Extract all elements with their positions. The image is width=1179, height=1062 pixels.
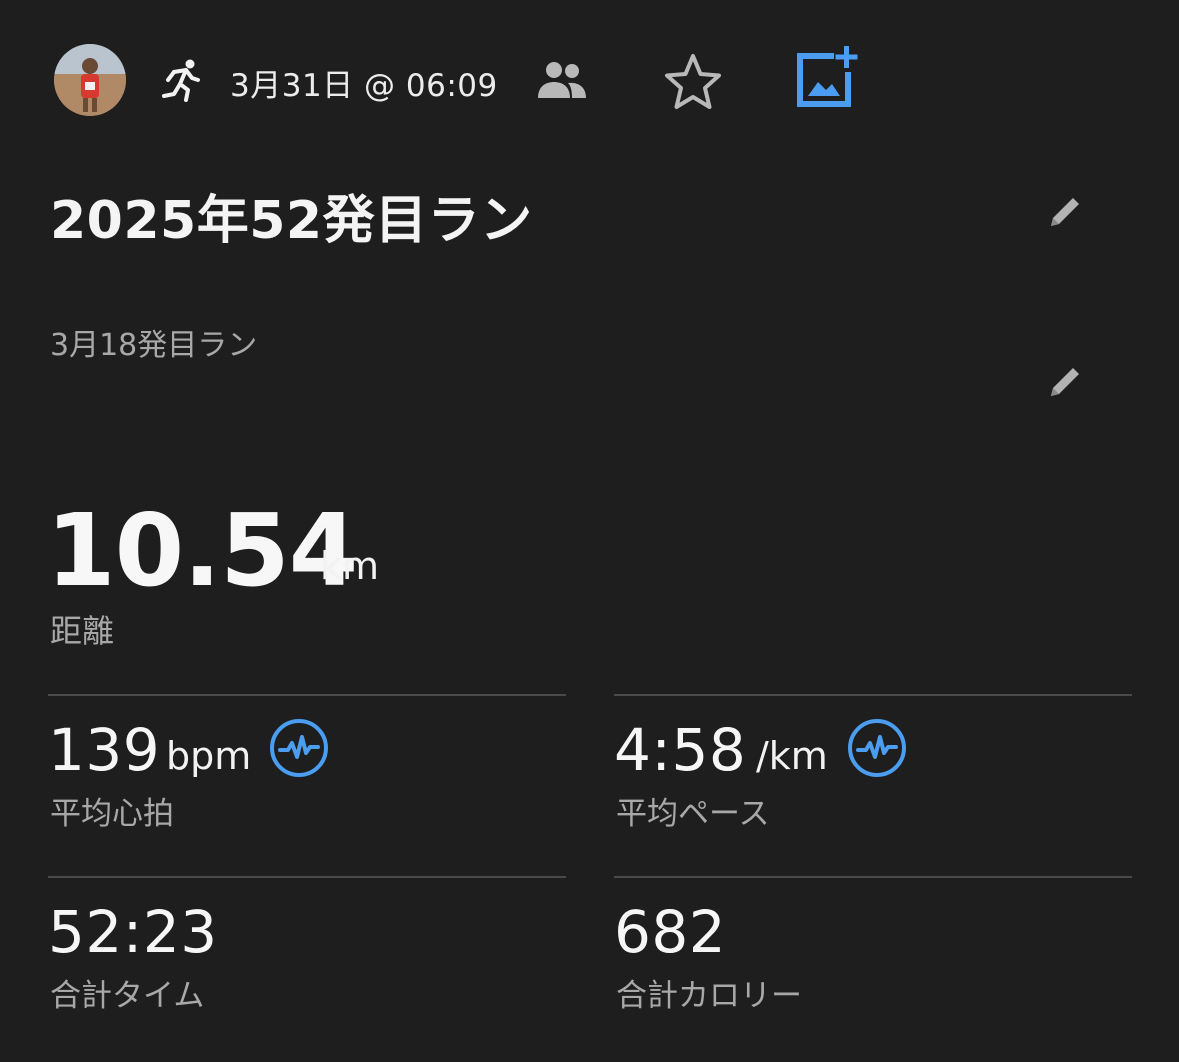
- activity-description: 3月18発目ラン: [50, 328, 258, 363]
- distance-unit: km: [320, 544, 380, 588]
- star-icon[interactable]: [662, 52, 724, 112]
- total-time-label: 合計タイム: [50, 978, 205, 1014]
- edit-title-pencil-icon[interactable]: [1045, 192, 1085, 232]
- distance-value: 10.54: [46, 492, 358, 609]
- heart-rate-chart-icon[interactable]: [268, 717, 330, 779]
- total-calories-label: 合計カロリー: [616, 978, 802, 1014]
- edit-description-pencil-icon[interactable]: [1045, 362, 1085, 402]
- activity-title: 2025年52発目ラン: [50, 191, 533, 251]
- running-person-icon: [162, 59, 200, 102]
- people-icon[interactable]: [534, 60, 590, 102]
- divider: [614, 694, 1132, 696]
- pace-chart-icon[interactable]: [846, 717, 908, 779]
- avg-pace-unit: /km: [756, 734, 828, 778]
- divider: [48, 694, 566, 696]
- divider: [614, 876, 1132, 878]
- avg-heart-rate-value: 139: [48, 716, 161, 784]
- add-photo-icon[interactable]: [794, 44, 860, 110]
- user-avatar[interactable]: [54, 44, 126, 116]
- total-calories-value: 682: [614, 898, 727, 966]
- divider: [48, 876, 566, 878]
- activity-date: 3月31日 @ 06:09: [230, 68, 498, 104]
- avg-heart-rate-unit: bpm: [166, 734, 252, 778]
- avg-heart-rate-label: 平均心拍: [50, 796, 174, 832]
- avatar-photo: [54, 44, 126, 116]
- total-time-value: 52:23: [48, 898, 218, 966]
- avg-pace-label: 平均ペース: [616, 796, 770, 832]
- distance-label: 距離: [50, 612, 115, 650]
- activity-detail-page: 3月31日 @ 06:09 2025年52発目ラン 3月18発目ラン 10.54…: [0, 0, 1179, 1062]
- avg-pace-value: 4:58: [614, 716, 747, 784]
